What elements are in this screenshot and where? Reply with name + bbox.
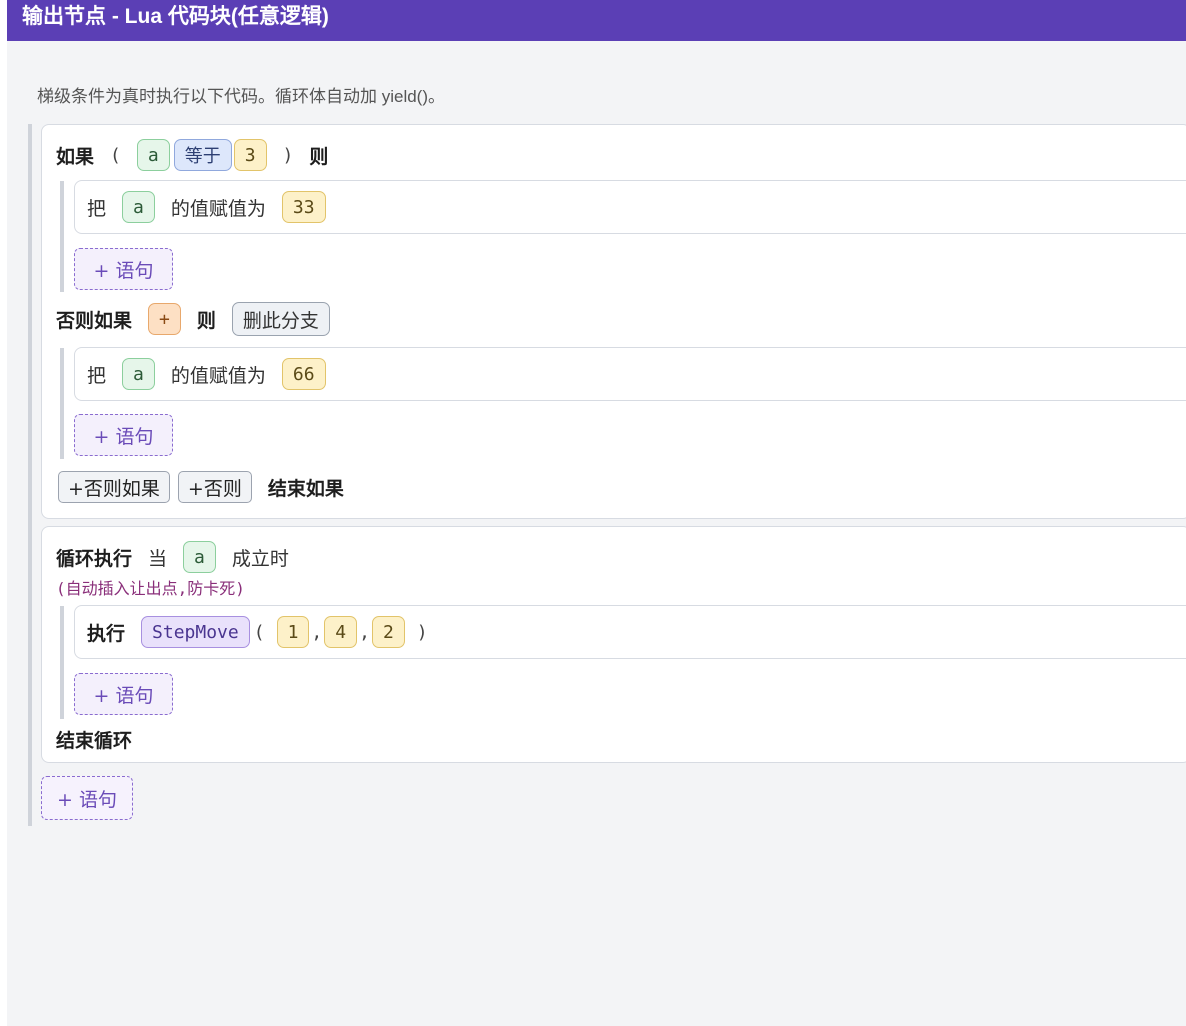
elseif-then-keyword: 则	[196, 309, 216, 332]
elseif-header: 否则如果 + 则 删此分支	[56, 302, 330, 336]
assign-value-chip[interactable]: 33	[281, 191, 326, 223]
if-keyword: 如果	[56, 145, 95, 168]
assign-value-chip[interactable]: 66	[281, 358, 326, 390]
loop-block: 循环执行 当 a 成立时 (自动插入让出点,防卡死) 执行 StepMove (…	[41, 526, 1186, 763]
loop-footer: 结束循环	[56, 724, 132, 754]
open-paren: (	[110, 144, 121, 166]
editor-panel: 输出节点 - Lua 代码块(任意逻辑) 梯级条件为真时执行以下代码。循环体自动…	[7, 0, 1186, 1026]
assign-label: 的值赋值为	[170, 364, 266, 387]
end-if-keyword: 结束如果	[267, 477, 344, 500]
assign-row: 把 a 的值赋值为 66	[87, 358, 326, 390]
if-block: 如果 ( a 等于 3 ) 则 把 a 的值赋值为 33 + 语句 否则如果 +…	[41, 124, 1186, 519]
loop-keyword: 循环执行	[56, 547, 133, 570]
exec-keyword: 执行	[87, 622, 126, 645]
add-statement-button[interactable]: + 语句	[74, 414, 173, 456]
argument-chip[interactable]: 1	[276, 616, 310, 648]
loop-body-rail	[60, 606, 64, 719]
exec-row: 执行 StepMove ( 1 , 4 , 2 )	[87, 616, 428, 648]
if-footer: +否则如果 +否则 结束如果	[58, 470, 344, 504]
assign-variable-chip[interactable]: a	[122, 191, 155, 223]
open-paren: (	[253, 621, 265, 643]
condition-variable-chip[interactable]: a	[136, 139, 170, 171]
elseif-body-statement[interactable]: 把 a 的值赋值为 66	[74, 347, 1186, 401]
if-body-statement[interactable]: 把 a 的值赋值为 33	[74, 180, 1186, 234]
yield-note: (自动插入让出点,防卡死)	[56, 579, 245, 598]
assign-variable-chip[interactable]: a	[122, 358, 155, 390]
main-block-rail	[28, 124, 32, 826]
if-header: 如果 ( a 等于 3 ) 则	[56, 138, 328, 172]
root-add-statement-button[interactable]: + 语句	[41, 776, 133, 820]
function-chip[interactable]: StepMove	[141, 616, 250, 648]
assign-label: 的值赋值为	[170, 197, 266, 220]
while-keyword: 当	[148, 547, 168, 570]
elseif-body-rail	[60, 348, 64, 459]
assign-prefix: 把	[87, 364, 107, 387]
holds-keyword: 成立时	[231, 547, 289, 570]
add-statement-button[interactable]: + 语句	[74, 248, 173, 290]
assign-row: 把 a 的值赋值为 33	[87, 191, 326, 223]
assign-prefix: 把	[87, 197, 107, 220]
comma: ,	[359, 621, 370, 643]
close-paren: )	[416, 621, 428, 643]
condition-operator-chip[interactable]: 等于	[173, 139, 232, 171]
then-keyword: 则	[309, 145, 329, 168]
add-elseif-button[interactable]: +否则如果	[58, 471, 170, 503]
comma: ,	[311, 621, 323, 643]
panel-title: 输出节点 - Lua 代码块(任意逻辑)	[7, 0, 1186, 41]
loop-body-statement[interactable]: 执行 StepMove ( 1 , 4 , 2 )	[74, 605, 1186, 659]
close-paren: )	[282, 144, 294, 166]
if-body-rail	[60, 181, 64, 292]
argument-chip[interactable]: 4	[324, 616, 358, 648]
panel-description: 梯级条件为真时执行以下代码。循环体自动加 yield()。	[37, 87, 446, 106]
add-statement-button[interactable]: + 语句	[74, 673, 173, 715]
delete-branch-button[interactable]: 删此分支	[231, 302, 330, 336]
end-loop-keyword: 结束循环	[56, 729, 133, 752]
argument-chip[interactable]: 2	[371, 616, 405, 648]
loop-condition-variable-chip[interactable]: a	[183, 541, 216, 573]
loop-header: 循环执行 当 a 成立时	[56, 540, 289, 574]
condition-value-chip[interactable]: 3	[233, 139, 267, 171]
elseif-keyword: 否则如果	[56, 309, 133, 332]
elseif-add-condition-button[interactable]: +	[148, 303, 181, 335]
add-else-button[interactable]: +否则	[177, 471, 252, 503]
